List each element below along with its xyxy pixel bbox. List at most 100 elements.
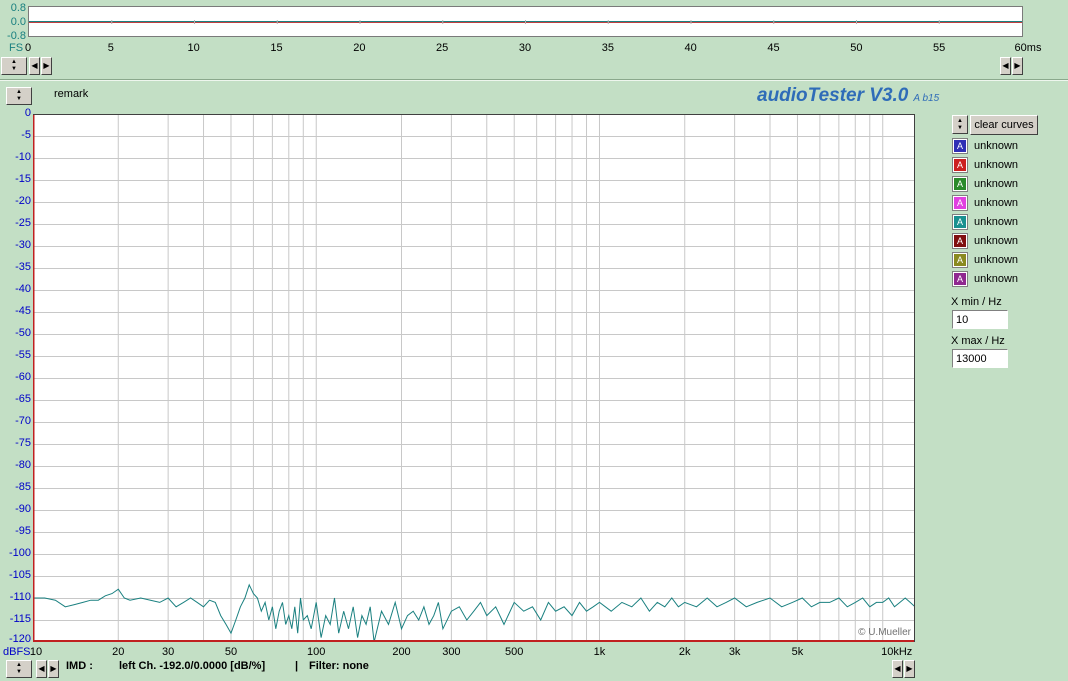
curve-color-icon[interactable]: A [952,138,968,154]
scope-panel [28,6,1023,37]
y-tick-label: -30 [15,239,31,251]
y-tick-label: -55 [15,349,31,361]
legend-item[interactable]: Aunknown [952,214,1019,230]
y-tick-label: 0 [24,107,31,119]
legend-item-label: unknown [974,273,1019,285]
curve-color-icon[interactable]: A [952,157,968,173]
remark-spin-button[interactable]: ▲ ▼ [6,87,32,105]
freq-scroll-left-button[interactable]: ◀ [892,660,903,678]
x-tick-label: 10kHz [881,646,913,658]
y-tick-label: -80 [15,459,31,471]
legend-item[interactable]: Aunknown [952,176,1019,192]
scope-x-tick: 60ms [1014,42,1042,54]
status-scroll-right-button[interactable]: ▶ [48,660,59,678]
y-tick-label: -65 [15,393,31,405]
scope-plot [29,20,1022,24]
x-tick-label: 200 [392,646,411,658]
scope-scroll-left-button[interactable]: ◀ [29,57,40,75]
curve-color-icon[interactable]: A [952,214,968,230]
y-tick-label: -105 [8,569,31,581]
x-tick-label: 300 [442,646,461,658]
legend-item[interactable]: Aunknown [952,233,1019,249]
scope-x-tick: 10 [187,42,200,54]
xmin-label: X min / Hz [951,296,1002,308]
x-tick-label: 500 [505,646,524,658]
clear-curves-button[interactable]: clear curves [970,115,1038,135]
y-tick-label: -60 [15,371,31,383]
x-tick-label: 1k [593,646,606,658]
legend-item[interactable]: Aunknown [952,138,1018,154]
scope-y-bottom: -0.8 [7,30,26,42]
legend-item-label: unknown [974,216,1019,228]
status-separator: | [295,660,299,672]
status-spin-button[interactable]: ▲ ▼ [6,660,32,678]
scope-fs-label: FS [9,42,24,54]
remark-label: remark [54,88,89,100]
scope-y-top: 0.8 [10,2,26,14]
legend-item-label: unknown [974,254,1019,266]
y-tick-label: -45 [15,305,31,317]
curve-color-icon[interactable]: A [952,233,968,249]
y-tick-label: -120 [8,633,31,645]
y-tick-label: -70 [15,415,31,427]
x-tick-label: 2k [678,646,691,658]
status-channel: left Ch. -192.0/0.0000 [dB/%] [119,660,266,672]
status-scroll-left-button[interactable]: ◀ [36,660,47,678]
y-tick-label: -35 [15,261,31,273]
y-tick-label: -95 [15,525,31,537]
y-tick-label: -110 [9,591,31,603]
scope-zoom-right-button[interactable]: ▶ [1012,57,1023,75]
legend-item[interactable]: Aunknown [952,195,1019,211]
legend-item-label: unknown [974,178,1019,190]
xmin-input[interactable] [952,310,1008,329]
y-tick-label: -85 [15,481,31,493]
x-tick-label: 5k [791,646,804,658]
y-tick-label: -15 [15,173,31,185]
scope-y-mid: 0.0 [10,16,26,28]
y-tick-label: -10 [15,151,31,163]
scope-x-tick: 55 [933,42,946,54]
y-tick-label: -40 [15,283,31,295]
curve-color-icon[interactable]: A [952,252,968,268]
scope-x-tick: 50 [850,42,863,54]
x-tick-label: 10 [29,646,43,658]
y-axis-labels: 0 -5 -10 -15 -20 -25 -30 -35 -40 -45 -50 -55 -60 -65 -… [0,107,31,648]
scope-x-tick: 15 [270,42,283,54]
x-tick-label: 3k [728,646,741,658]
freq-scroll-right-button[interactable]: ▶ [904,660,915,678]
xmax-label: X max / Hz [951,335,1005,347]
legend-item-label: unknown [974,235,1019,247]
y-tick-label: -90 [15,503,31,515]
watermark-text: © U.Mueller [858,627,912,638]
scope-x-tick: 45 [767,42,780,54]
scope-zoom-left-button[interactable]: ◀ [1000,57,1011,75]
curve-color-icon[interactable]: A [952,271,968,287]
x-tick-label: 30 [162,646,175,658]
x-tick-label: 100 [307,646,326,658]
xmax-input[interactable] [952,349,1008,368]
scope-scroll-right-button[interactable]: ▶ [41,57,52,75]
curve-color-icon[interactable]: A [952,195,968,211]
curve-color-icon[interactable]: A [952,176,968,192]
legend-item[interactable]: Aunknown [952,252,1019,268]
scope-spin-button[interactable]: ▲ ▼ [1,57,27,75]
y-tick-label: -25 [15,217,31,229]
divider [0,79,1068,81]
x-tick-label: 20 [112,646,125,658]
app-logo: audioTester V3.0 A b15 [757,85,939,107]
y-tick-label: -5 [21,129,31,141]
scope-x-tick: 30 [518,42,532,54]
y-unit-label: dBFS [3,646,31,658]
legend-item[interactable]: Aunknown [952,157,1018,173]
status-filter: Filter: none [309,660,369,672]
scope-x-tick: 25 [436,42,449,54]
scope-x-tick: 40 [684,42,697,54]
app-title: audioTester V3.0 [757,85,909,106]
scope-x-tick: 35 [601,42,614,54]
x-tick-label: 50 [224,646,238,658]
y-tick-label: -100 [8,547,31,559]
legend-item-label: unknown [974,197,1019,209]
legend-item[interactable]: Aunknown [952,271,1019,287]
legend-spin-button[interactable]: ▲ ▼ [952,115,968,134]
status-mode: IMD : [66,660,93,672]
